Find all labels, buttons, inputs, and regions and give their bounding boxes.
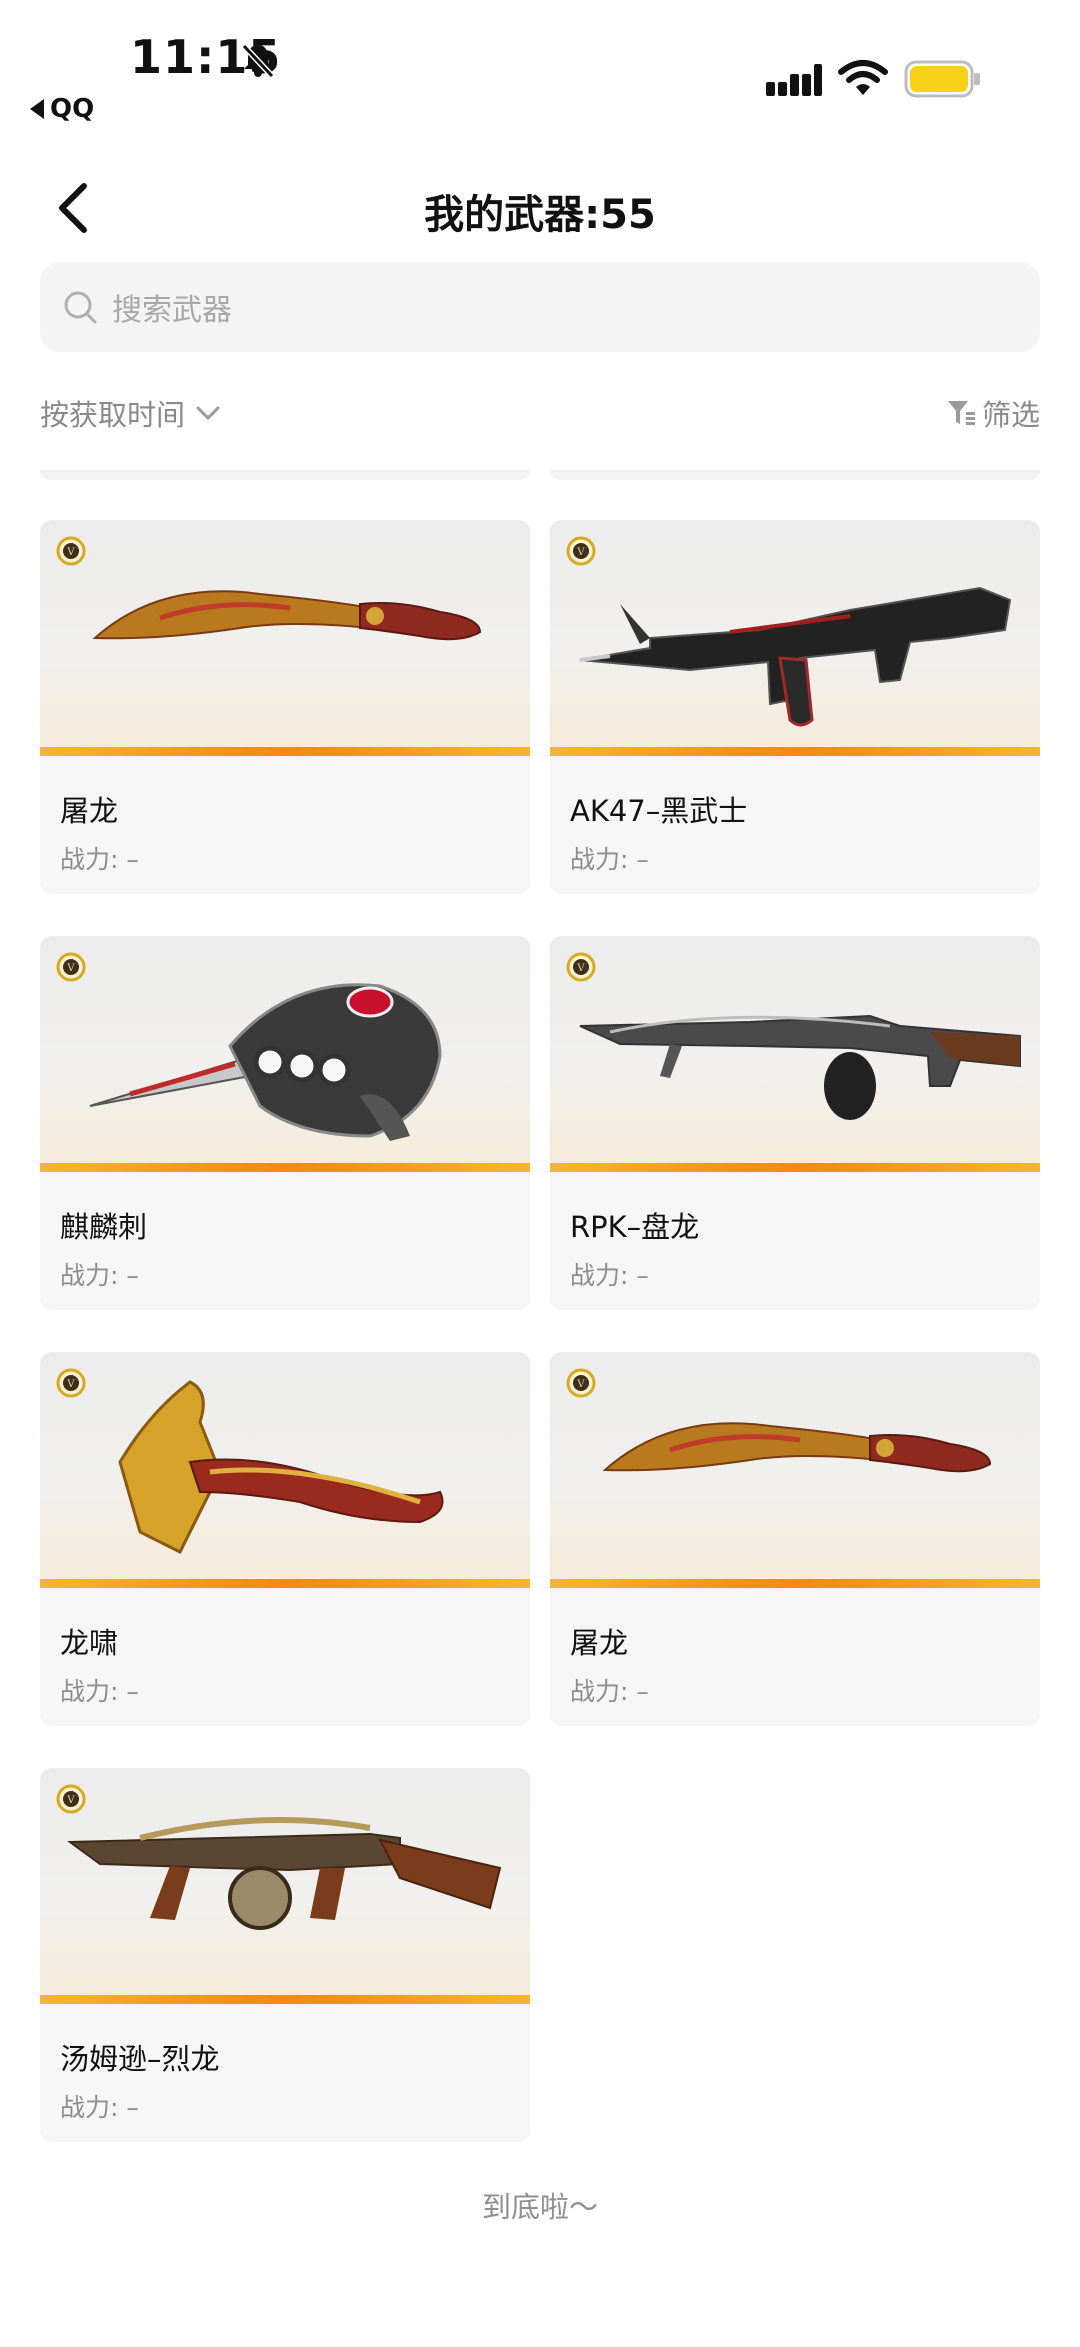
wifi-icon — [838, 60, 888, 95]
weapon-card[interactable]: V 麒麟刺 战力: – — [40, 936, 530, 1310]
kukri-knife-icon — [92, 590, 482, 641]
search-placeholder: 搜索武器 — [112, 293, 232, 328]
weapon-card[interactable]: V 屠龙 战力: – — [40, 520, 530, 894]
battery-icon — [904, 60, 980, 98]
v-badge-icon: V — [566, 536, 596, 566]
weapon-power: 战力: – — [60, 1677, 139, 1706]
svg-text:V: V — [66, 963, 75, 974]
weapon-name: RPK–盘龙 — [570, 1210, 700, 1244]
back-to-app-link[interactable]: QQ — [30, 94, 94, 124]
chevron-down-icon — [196, 406, 220, 421]
v-badge-icon: V — [566, 952, 596, 982]
weapon-power: 战力: – — [570, 1261, 649, 1290]
weapon-card[interactable]: V 汤姆逊–烈龙 战力: – — [40, 1768, 530, 2142]
weapon-power: 战力: – — [570, 845, 649, 874]
weapon-card[interactable]: V AK47–黑武士 战力: – — [550, 520, 1040, 894]
weapon-card[interactable]: V 屠龙 战力: – — [550, 1352, 1040, 1726]
search-input[interactable]: 搜索武器 — [40, 262, 1040, 352]
filter-button[interactable]: 筛选 — [946, 392, 1040, 434]
svg-text:V: V — [66, 1379, 75, 1390]
weapon-name: 屠龙 — [60, 794, 119, 828]
cellular-signal-icon — [766, 64, 822, 96]
kukri-knife-icon — [602, 1422, 992, 1473]
back-app-label: QQ — [50, 94, 95, 124]
svg-text:V: V — [66, 547, 75, 558]
weapon-power: 战力: – — [60, 845, 139, 874]
weapon-power: 战力: – — [60, 1261, 139, 1290]
weapon-card[interactable]: V RPK–盘龙 战力: – — [550, 936, 1040, 1310]
svg-text:V: V — [576, 547, 585, 558]
axe-icon — [118, 1380, 444, 1555]
svg-text:V: V — [66, 1795, 75, 1806]
knuckle-dagger-icon — [89, 983, 442, 1141]
sort-label: 按获取时间 — [40, 398, 186, 432]
filter-label: 筛选 — [981, 398, 1040, 432]
machine-gun-icon — [579, 1014, 1021, 1120]
filter-icon — [947, 401, 975, 425]
v-badge-icon: V — [56, 1368, 86, 1398]
weapon-power: 战力: – — [570, 1677, 649, 1706]
tommy-gun-icon — [67, 1817, 502, 1930]
svg-text:V: V — [576, 1379, 585, 1390]
v-badge-icon: V — [56, 536, 86, 566]
page-title: 我的武器:55 — [424, 192, 656, 238]
weapon-name: AK47–黑武士 — [570, 794, 748, 828]
end-of-list-text: 到底啦～ — [481, 2190, 598, 2224]
weapon-name: 龙啸 — [60, 1626, 119, 1660]
weapon-name: 屠龙 — [570, 1626, 629, 1660]
v-badge-icon: V — [566, 1368, 596, 1398]
weapon-card[interactable]: V 龙啸 战力: – — [40, 1352, 530, 1726]
sort-dropdown[interactable]: 按获取时间 — [40, 392, 223, 434]
card-partial-top — [40, 470, 530, 480]
card-partial-top — [550, 470, 1040, 480]
weapon-name: 麒麟刺 — [60, 1210, 148, 1244]
back-arrow-icon — [30, 99, 44, 119]
svg-text:V: V — [576, 963, 585, 974]
v-badge-icon: V — [56, 1784, 86, 1814]
weapon-power: 战力: – — [60, 2093, 139, 2122]
v-badge-icon: V — [56, 952, 86, 982]
rifle-icon — [579, 586, 1012, 727]
search-icon — [64, 291, 97, 324]
bell-muted-icon — [241, 43, 275, 79]
weapon-name: 汤姆逊–烈龙 — [60, 2042, 220, 2076]
